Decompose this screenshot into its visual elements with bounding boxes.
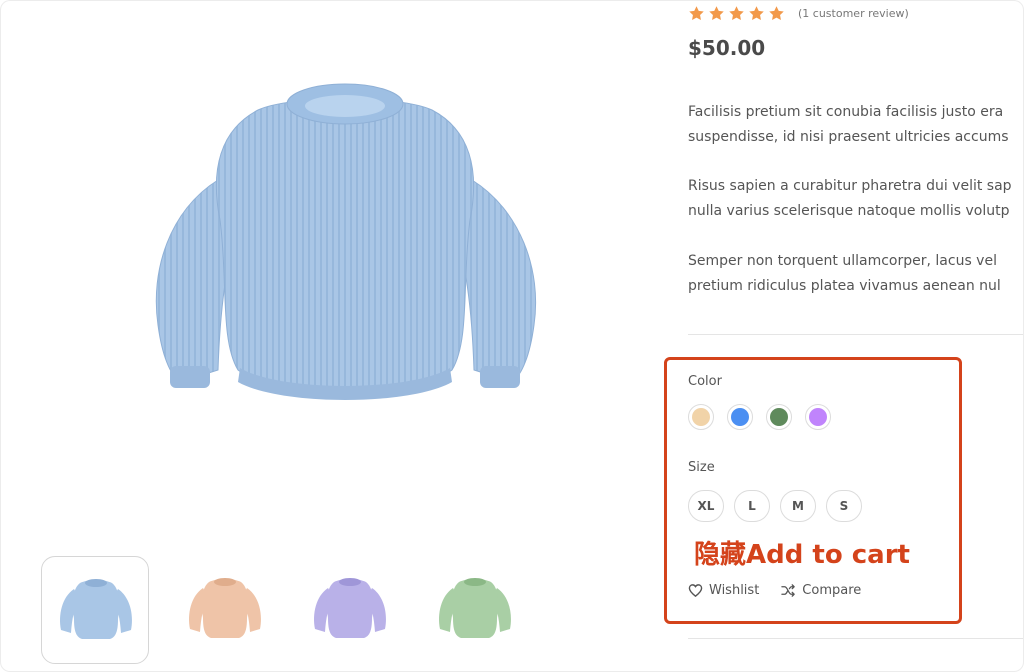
thumbnail-blue[interactable] [41, 556, 149, 664]
color-label: Color [688, 374, 722, 389]
review-count-link[interactable]: (1 customer review) [798, 7, 909, 20]
divider [688, 638, 1024, 639]
size-option-l[interactable]: L [734, 490, 770, 522]
compare-button[interactable]: Compare [781, 583, 861, 598]
wishlist-button[interactable]: Wishlist [688, 583, 759, 598]
size-option-s[interactable]: S [826, 490, 862, 522]
shuffle-icon [781, 584, 796, 597]
star-icon [729, 6, 744, 20]
sweater-thumb-peach-icon [189, 578, 261, 638]
size-option-m[interactable]: M [780, 490, 816, 522]
size-options: XL L M S [688, 490, 862, 522]
compare-label: Compare [802, 583, 862, 598]
sweater-thumb-green-icon [439, 578, 511, 638]
divider [688, 334, 1024, 335]
thumbnail-peach[interactable] [171, 556, 279, 664]
description-paragraph-1: Facilisis pretium sit conubia facilisis … [688, 104, 1009, 145]
sweater-main-illustration [155, 83, 537, 400]
sweater-thumb-lavender-icon [314, 578, 386, 638]
thumbnail-green[interactable] [421, 556, 529, 664]
color-swatch-green[interactable] [766, 404, 792, 430]
star-icon [709, 6, 724, 20]
color-swatch-blue[interactable] [727, 404, 753, 430]
star-icon [769, 6, 784, 20]
description-paragraph-3: Semper non torquent ullamcorper, lacus v… [688, 253, 1001, 294]
product-main-image[interactable] [140, 70, 550, 410]
star-icon [749, 6, 764, 20]
description-paragraph-2: Risus sapien a curabitur pharetra dui ve… [688, 178, 1012, 219]
wishlist-label: Wishlist [709, 583, 760, 598]
color-swatch-purple[interactable] [805, 404, 831, 430]
color-swatch-beige[interactable] [688, 404, 714, 430]
heart-icon [688, 584, 703, 598]
star-icon [689, 6, 704, 20]
thumbnail-lavender[interactable] [296, 556, 404, 664]
annotation-text: 隐藏Add to cart [694, 540, 910, 570]
product-price: $50.00 [688, 36, 766, 60]
sweater-thumb-blue-icon [60, 579, 132, 639]
rating-stars[interactable] [688, 5, 785, 23]
product-info: (1 customer review) $50.00 Facilisis pre… [688, 0, 1024, 672]
product-actions: Wishlist Compare [688, 583, 861, 598]
thumbnail-gallery [41, 556, 601, 666]
color-swatches [688, 404, 831, 430]
size-option-xl[interactable]: XL [688, 490, 724, 522]
size-label: Size [688, 460, 715, 475]
